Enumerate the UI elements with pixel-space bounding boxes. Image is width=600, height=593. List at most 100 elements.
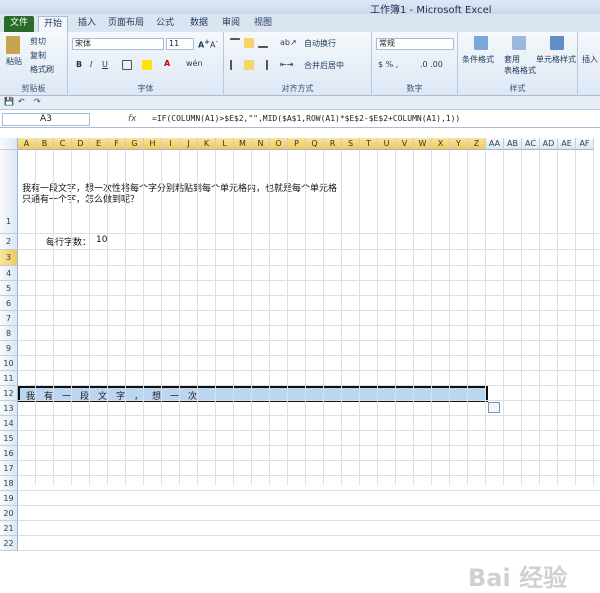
- italic-button[interactable]: I: [90, 60, 92, 69]
- row-header-19[interactable]: 19: [0, 491, 18, 506]
- save-icon[interactable]: 💾: [4, 97, 14, 106]
- paste-options-icon[interactable]: [488, 402, 500, 413]
- cell-style-button[interactable]: 单元格样式: [536, 54, 576, 65]
- column-header-n[interactable]: N: [252, 138, 270, 150]
- row-header-20[interactable]: 20: [0, 506, 18, 521]
- column-header-w[interactable]: W: [414, 138, 432, 150]
- column-header-e[interactable]: E: [90, 138, 108, 150]
- row-header-18[interactable]: 18: [0, 476, 18, 491]
- font-size-select[interactable]: 11: [166, 38, 194, 50]
- column-header-k[interactable]: K: [198, 138, 216, 150]
- undo-icon[interactable]: ↶: [18, 97, 25, 106]
- merge-center-button[interactable]: 合并后居中: [304, 60, 344, 71]
- grow-font-button[interactable]: A+: [198, 38, 210, 50]
- column-header-t[interactable]: T: [360, 138, 378, 150]
- column-header-h[interactable]: H: [144, 138, 162, 150]
- cell-style-icon[interactable]: [550, 36, 564, 50]
- column-header-g[interactable]: G: [126, 138, 144, 150]
- select-all-corner[interactable]: [0, 138, 18, 150]
- cut-button[interactable]: 剪切: [30, 36, 46, 47]
- row-header-1[interactable]: 1: [0, 150, 18, 234]
- phonetic-button[interactable]: wén: [186, 59, 203, 68]
- number-format-select[interactable]: 常规: [376, 38, 454, 50]
- align-bottom-icon[interactable]: [258, 38, 268, 48]
- tab-review[interactable]: 审阅: [216, 16, 246, 32]
- currency-button[interactable]: $ % ,: [378, 60, 398, 69]
- column-header-b[interactable]: B: [36, 138, 54, 150]
- column-header-u[interactable]: U: [378, 138, 396, 150]
- row-header-2[interactable]: 2: [0, 234, 18, 250]
- wrap-text-button[interactable]: 自动换行: [304, 38, 336, 49]
- cell-a1-line2[interactable]: 只通有一个字，怎么做到呢？: [22, 192, 139, 205]
- column-header-v[interactable]: V: [396, 138, 414, 150]
- tab-view[interactable]: 视图: [248, 16, 278, 32]
- conditional-format-icon[interactable]: [474, 36, 488, 50]
- row-header-16[interactable]: 16: [0, 446, 18, 461]
- align-right-icon[interactable]: [258, 60, 268, 70]
- row-header-12[interactable]: 12: [0, 386, 18, 401]
- tab-home[interactable]: 开始: [38, 16, 68, 32]
- table-format-button[interactable]: 套用 表格格式: [504, 54, 536, 76]
- tab-insert[interactable]: 插入: [72, 16, 102, 32]
- copy-button[interactable]: 复制: [30, 50, 46, 61]
- row-header-7[interactable]: 7: [0, 311, 18, 326]
- paste-button[interactable]: 粘贴: [6, 56, 22, 67]
- align-middle-icon[interactable]: [244, 38, 254, 48]
- row-header-8[interactable]: 8: [0, 326, 18, 341]
- shrink-font-button[interactable]: A-: [210, 38, 218, 50]
- align-center-icon[interactable]: [244, 60, 254, 70]
- row-header-22[interactable]: 22: [0, 536, 18, 551]
- column-header-ac[interactable]: AC: [522, 138, 540, 150]
- formula-input[interactable]: =IF(COLUMN(A1)>$E$2,"",MID($A$1,ROW(A1)*…: [152, 114, 460, 123]
- decimal-button[interactable]: .0 .00: [420, 60, 443, 69]
- row-header-13[interactable]: 13: [0, 401, 18, 416]
- table-format-icon[interactable]: [512, 36, 526, 50]
- fx-icon[interactable]: fx: [128, 114, 137, 124]
- row-header-6[interactable]: 6: [0, 296, 18, 311]
- row-header-14[interactable]: 14: [0, 416, 18, 431]
- redo-icon[interactable]: ↷: [34, 97, 41, 106]
- align-left-icon[interactable]: [230, 60, 240, 70]
- column-header-z[interactable]: Z: [468, 138, 486, 150]
- row-header-15[interactable]: 15: [0, 431, 18, 446]
- column-header-i[interactable]: I: [162, 138, 180, 150]
- column-header-y[interactable]: Y: [450, 138, 468, 150]
- worksheet-grid[interactable]: 我有一段文字，想一次性将每个字分别粘贴到每个单元格内，也就是每个单元格 只通有一…: [0, 138, 600, 592]
- column-header-d[interactable]: D: [72, 138, 90, 150]
- insert-cells-button[interactable]: 插入: [582, 54, 598, 65]
- row-header-9[interactable]: 9: [0, 341, 18, 356]
- column-header-q[interactable]: Q: [306, 138, 324, 150]
- column-header-l[interactable]: L: [216, 138, 234, 150]
- align-top-icon[interactable]: [230, 38, 240, 48]
- column-header-j[interactable]: J: [180, 138, 198, 150]
- tab-page-layout[interactable]: 页面布局: [104, 16, 148, 32]
- bold-button[interactable]: B: [76, 60, 82, 69]
- indent-button[interactable]: ⇤⇥: [280, 60, 293, 69]
- column-header-a[interactable]: A: [18, 138, 36, 150]
- column-header-s[interactable]: S: [342, 138, 360, 150]
- cell-e2[interactable]: 10: [96, 235, 107, 245]
- row-header-5[interactable]: 5: [0, 281, 18, 296]
- underline-button[interactable]: U: [102, 60, 108, 69]
- row-header-17[interactable]: 17: [0, 461, 18, 476]
- row-header-11[interactable]: 11: [0, 371, 18, 386]
- conditional-format-button[interactable]: 条件格式: [462, 54, 494, 65]
- tab-formulas[interactable]: 公式: [150, 16, 180, 32]
- paste-icon[interactable]: [6, 36, 20, 54]
- font-color-button[interactable]: A: [164, 59, 170, 68]
- column-header-r[interactable]: R: [324, 138, 342, 150]
- column-header-aa[interactable]: AA: [486, 138, 504, 150]
- column-header-af[interactable]: AF: [576, 138, 594, 150]
- orientation-button[interactable]: ab↗: [280, 38, 297, 47]
- column-header-c[interactable]: C: [54, 138, 72, 150]
- row-header-10[interactable]: 10: [0, 356, 18, 371]
- column-header-ab[interactable]: AB: [504, 138, 522, 150]
- name-box[interactable]: A3: [2, 113, 90, 126]
- font-name-select[interactable]: 宋体: [72, 38, 164, 50]
- column-header-o[interactable]: O: [270, 138, 288, 150]
- row-header-3[interactable]: 3: [0, 250, 18, 266]
- tab-data[interactable]: 数据: [184, 16, 214, 32]
- column-header-p[interactable]: P: [288, 138, 306, 150]
- border-icon[interactable]: [122, 60, 132, 70]
- row-header-21[interactable]: 21: [0, 521, 18, 536]
